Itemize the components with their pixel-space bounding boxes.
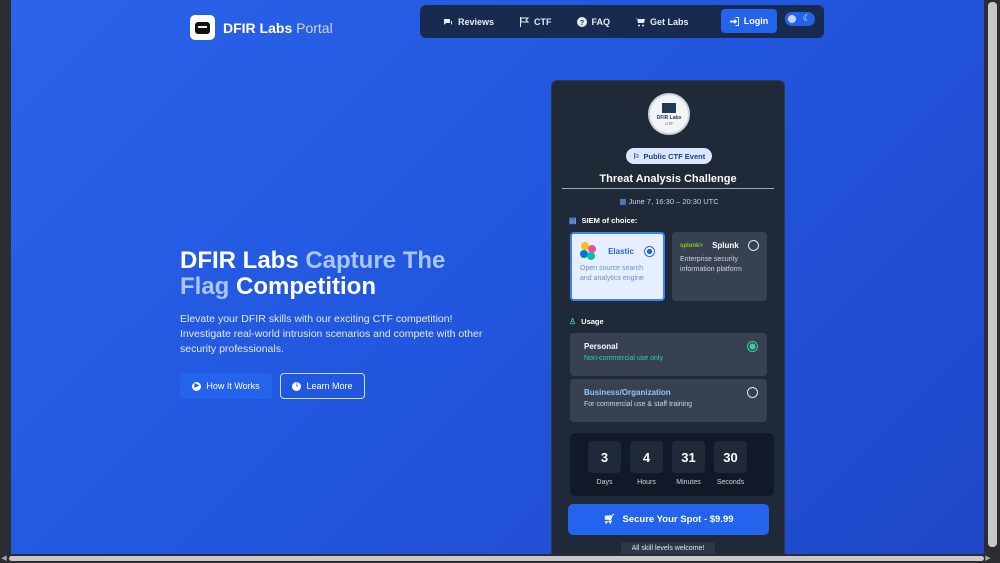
page: DFIR Labs Portal Reviews CTF ? FAQ Get L…: [11, 0, 984, 563]
calendar-icon: ▦: [619, 197, 627, 206]
nav-faq-label: FAQ: [591, 16, 611, 27]
countdown-days: 3 Days: [588, 433, 621, 496]
learn-more-button[interactable]: i Learn More: [280, 373, 365, 399]
nav-get-labs[interactable]: Get Labs: [635, 17, 689, 27]
horizontal-scrollbar-thumb[interactable]: [9, 556, 984, 561]
moon-icon: ☾: [802, 13, 811, 23]
brand[interactable]: DFIR Labs Portal: [190, 15, 333, 40]
nav-ctf[interactable]: CTF: [519, 16, 552, 27]
splunk-radio[interactable]: [747, 240, 759, 251]
personal-description: Non-commercial use only: [584, 355, 663, 362]
elastic-name: Elastic: [608, 246, 634, 256]
how-it-works-button[interactable]: ▶ How It Works: [180, 373, 272, 399]
flag-icon: [520, 16, 530, 27]
siem-option-elastic[interactable]: Elastic Open source search and analytics…: [570, 232, 665, 301]
horizontal-scrollbar[interactable]: ◀ ▶: [0, 554, 1000, 563]
countdown-hours: 4 Hours: [630, 433, 663, 496]
toggle-knob: [788, 15, 796, 23]
comments-icon: [444, 18, 452, 25]
countdown-seconds-label: Seconds: [716, 479, 745, 486]
svg-text:?: ?: [579, 20, 583, 27]
splunk-name: Splunk: [712, 241, 739, 250]
siem-section-label: ▤ SIEM of choice:: [569, 216, 637, 225]
brand-logo-icon: [190, 15, 215, 40]
countdown-days-value: 3: [588, 441, 621, 473]
personal-radio[interactable]: [747, 341, 758, 352]
top-nav: Reviews CTF ? FAQ Get Labs Login ☾: [420, 5, 824, 38]
nav-reviews-label: Reviews: [458, 16, 495, 27]
countdown-minutes: 31 Minutes: [672, 433, 705, 496]
countdown-seconds-value: 30: [714, 441, 747, 473]
usage-option-personal[interactable]: Personal Non-commercial use only: [570, 333, 767, 376]
countdown-seconds: 30 Seconds: [714, 433, 747, 496]
flag-icon: ⚐: [632, 151, 640, 161]
splunk-logo-icon: splunk>: [680, 242, 703, 249]
elastic-description: Open source search and analytics engine: [580, 265, 644, 282]
business-title: Business/Organization: [584, 388, 671, 397]
ctf-event-card: DFIR Labs CTF ⚐ Public CTF Event Threat …: [551, 80, 785, 563]
business-description: For commercial use & staff training: [584, 401, 693, 408]
hero-title-part2: Competition: [229, 273, 376, 300]
personal-title: Personal: [584, 342, 618, 351]
usage-option-business[interactable]: Business/Organization For commercial use…: [570, 379, 767, 422]
event-date-text: June 7, 16:30 – 20:30 UTC: [628, 197, 719, 206]
event-date: ▦ June 7, 16:30 – 20:30 UTC: [552, 197, 786, 206]
play-icon: ▶: [192, 381, 202, 391]
countdown-minutes-label: Minutes: [676, 479, 701, 486]
hero-title-part1: DFIR Labs: [180, 247, 306, 274]
hero-description: Elevate your DFIR skills with our exciti…: [180, 313, 483, 355]
vertical-scrollbar-thumb[interactable]: [988, 2, 997, 547]
siem-label-text: SIEM of choice:: [581, 216, 638, 225]
brand-name-suffix: Portal: [296, 19, 333, 36]
elastic-radio[interactable]: [643, 245, 655, 257]
countdown-hours-label: Hours: [637, 479, 656, 486]
usage-section-label: ♙ Usage: [569, 317, 604, 326]
siem-option-splunk[interactable]: splunk> Splunk Enterprise security infor…: [672, 232, 767, 301]
countdown-minutes-value: 31: [672, 441, 705, 473]
secure-spot-label: Secure Your Spot - $9.99: [622, 514, 734, 525]
hero-title: DFIR Labs Capture The Flag Competition: [180, 248, 500, 300]
login-icon: [729, 16, 739, 26]
user-icon: ♙: [569, 317, 577, 326]
elastic-logo-icon: [580, 242, 598, 260]
nav-get-labs-label: Get Labs: [650, 16, 689, 27]
basket-icon: 🛒︎: [603, 514, 616, 525]
brand-name: DFIR Labs Portal: [223, 20, 333, 36]
window-left-edge: [0, 0, 11, 563]
info-icon: i: [292, 381, 302, 391]
event-badge: ⚐ Public CTF Event: [626, 148, 712, 164]
login-label: Login: [743, 16, 769, 26]
learn-more-label: Learn More: [306, 381, 353, 391]
scroll-left-icon[interactable]: ◀: [0, 554, 8, 563]
login-button[interactable]: Login: [721, 9, 777, 33]
business-radio[interactable]: [747, 387, 758, 398]
nav-ctf-label: CTF: [534, 16, 552, 27]
theme-toggle[interactable]: ☾: [785, 12, 815, 26]
event-badge-label: Public CTF Event: [643, 151, 706, 161]
scroll-right-icon[interactable]: ▶: [984, 554, 992, 563]
cart-icon: [635, 17, 646, 26]
vertical-scrollbar[interactable]: [984, 0, 1000, 563]
nav-reviews[interactable]: Reviews: [443, 17, 494, 27]
countdown-hours-value: 4: [630, 441, 663, 473]
challenge-title: Threat Analysis Challenge: [562, 173, 774, 189]
database-icon: ▤: [569, 216, 577, 225]
secure-spot-button[interactable]: 🛒︎ Secure Your Spot - $9.99: [568, 504, 769, 535]
splunk-description: Enterprise security information platform: [680, 256, 742, 273]
ctf-logo: DFIR Labs CTF: [648, 93, 690, 135]
countdown-days-label: Days: [596, 479, 613, 486]
usage-label-text: Usage: [581, 317, 604, 326]
ctf-logo-line2: CTF: [665, 120, 673, 126]
building-icon: [662, 102, 676, 113]
nav-faq[interactable]: ? FAQ: [576, 16, 611, 27]
question-icon: ?: [576, 16, 587, 27]
brand-name-main: DFIR Labs: [223, 19, 293, 36]
how-it-works-label: How It Works: [206, 381, 260, 391]
countdown-timer: 3 Days 4 Hours 31 Minutes 30 Seconds: [570, 433, 774, 496]
